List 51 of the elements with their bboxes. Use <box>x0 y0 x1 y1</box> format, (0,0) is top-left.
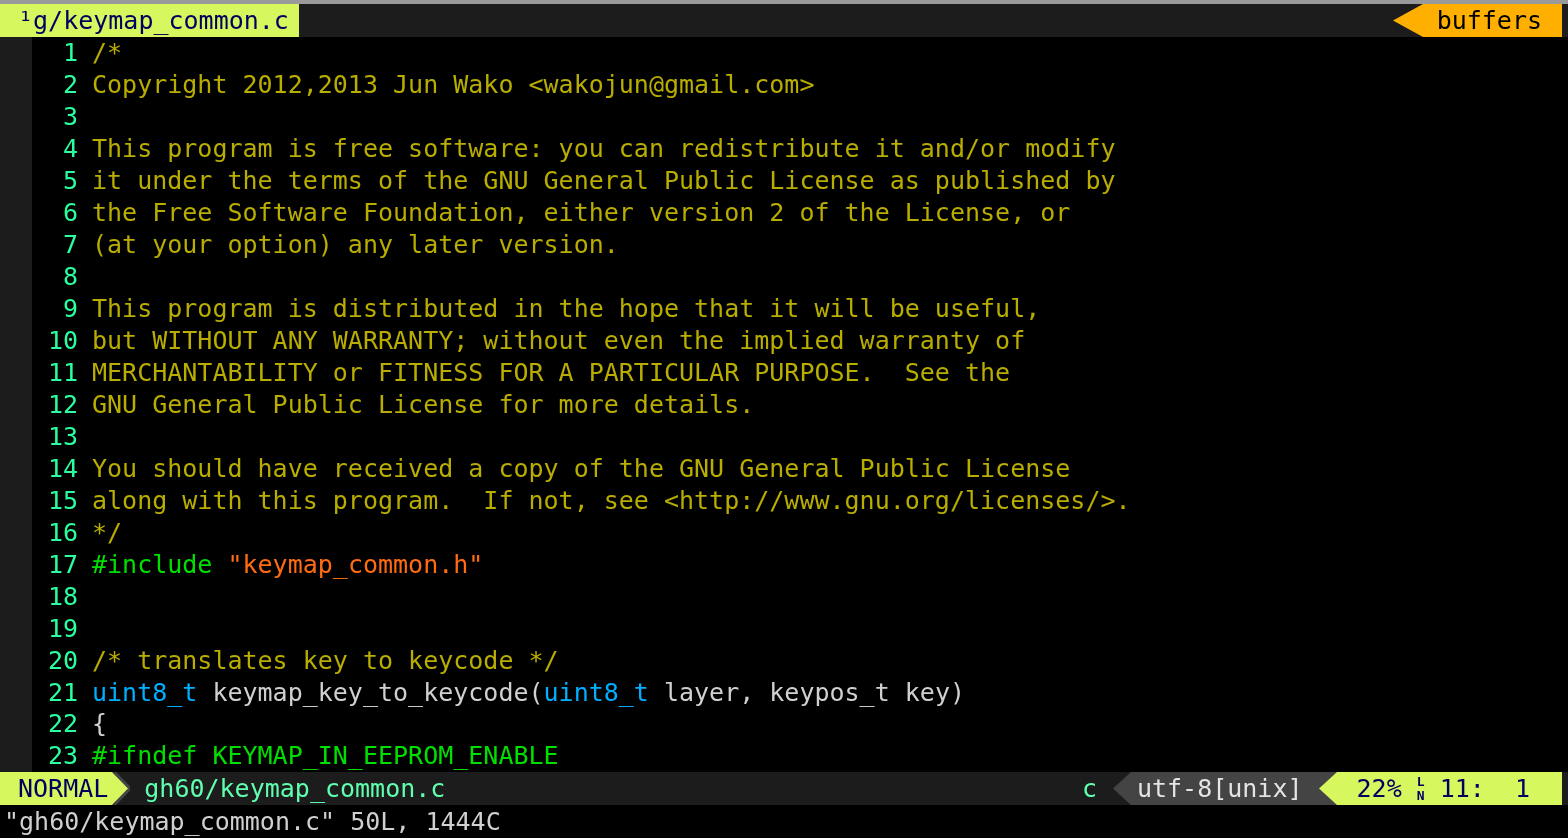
code-line: GNU General Public License for more details. <box>92 389 755 419</box>
line-number: 4 <box>61 134 78 164</box>
line-number: 18 <box>46 581 78 611</box>
code-line: #include "keymap_common.h" <box>92 549 484 579</box>
code-line: MERCHANTABILITY or FITNESS FOR A PARTICULAR PURPOSE. See the <box>92 358 1011 387</box>
line-number: 5 <box>61 166 78 196</box>
code-line: along with this program. If not, see <http://www.gnu.org/licenses/>. <box>92 485 1131 515</box>
line-number: 15 <box>46 485 78 515</box>
line-number: 19 <box>46 613 78 643</box>
line-number: 17 <box>46 549 78 579</box>
line-symbol: LN <box>1415 774 1426 803</box>
line-number: 8 <box>61 262 78 292</box>
line-number: 23 <box>46 741 78 771</box>
cursor-position: 11: 1 <box>1439 774 1530 803</box>
code-line: the Free Software Foundation, either version 2 of the License, or <box>92 198 1071 228</box>
separator-arrow-icon <box>1112 772 1131 805</box>
code-line: #ifndef KEYMAP_IN_EEPROM_ENABLE <box>92 741 559 771</box>
buffer-tab[interactable]: ¹g/keymap_common.c <box>0 4 299 37</box>
line-number: 16 <box>46 517 78 547</box>
code-line: /* <box>92 38 123 68</box>
separator-arrow-icon <box>112 772 131 805</box>
line-number: 7 <box>61 230 78 260</box>
code-line: This program is free software: you can redistribute it and/or modify <box>92 134 1116 164</box>
line-number: 3 <box>61 102 78 132</box>
code-line: /* translates key to keycode */ <box>92 645 559 675</box>
code-line: Copyright 2012,2013 Jun Wako <wakojun@gmail.com> <box>92 70 815 100</box>
separator-arrow-icon <box>1392 4 1423 37</box>
code-line: uint8_t keymap_key_to_keycode(uint8_t layer, keypos_t key) <box>92 677 965 707</box>
line-number: 20 <box>46 645 78 675</box>
line-number: 21 <box>46 677 78 707</box>
line-number: 14 <box>46 453 78 483</box>
code-line: */ <box>92 517 123 547</box>
code-line: This program is distributed in the hope that it will be useful, <box>92 294 1041 324</box>
line-number: 9 <box>61 294 78 324</box>
line-number: 2 <box>61 70 78 100</box>
line-number: 22 <box>46 709 78 739</box>
code-line: it under the terms of the GNU General Public License as published by <box>92 166 1116 196</box>
line-number: 10 <box>46 326 78 356</box>
code-line: You should have received a copy of the GNU General Public License <box>92 453 1071 483</box>
file-path: gh60/keymap_common.c <box>143 773 446 805</box>
line-number: 11 <box>46 358 78 387</box>
line-number: 12 <box>46 389 78 419</box>
line-number: 6 <box>61 198 78 228</box>
code-line: (at your option) any later version. <box>92 230 619 260</box>
filetype-label: c <box>1081 773 1098 805</box>
percent-label: 22% <box>1356 774 1402 803</box>
command-message: "gh60/keymap_common.c" 50L, 1444C <box>3 806 502 838</box>
line-number: 1 <box>61 38 78 68</box>
code-line: { <box>92 709 108 739</box>
code-line: but WITHOUT ANY WARRANTY; without even the implied warranty of <box>92 326 1026 356</box>
line-number: 13 <box>46 421 78 451</box>
